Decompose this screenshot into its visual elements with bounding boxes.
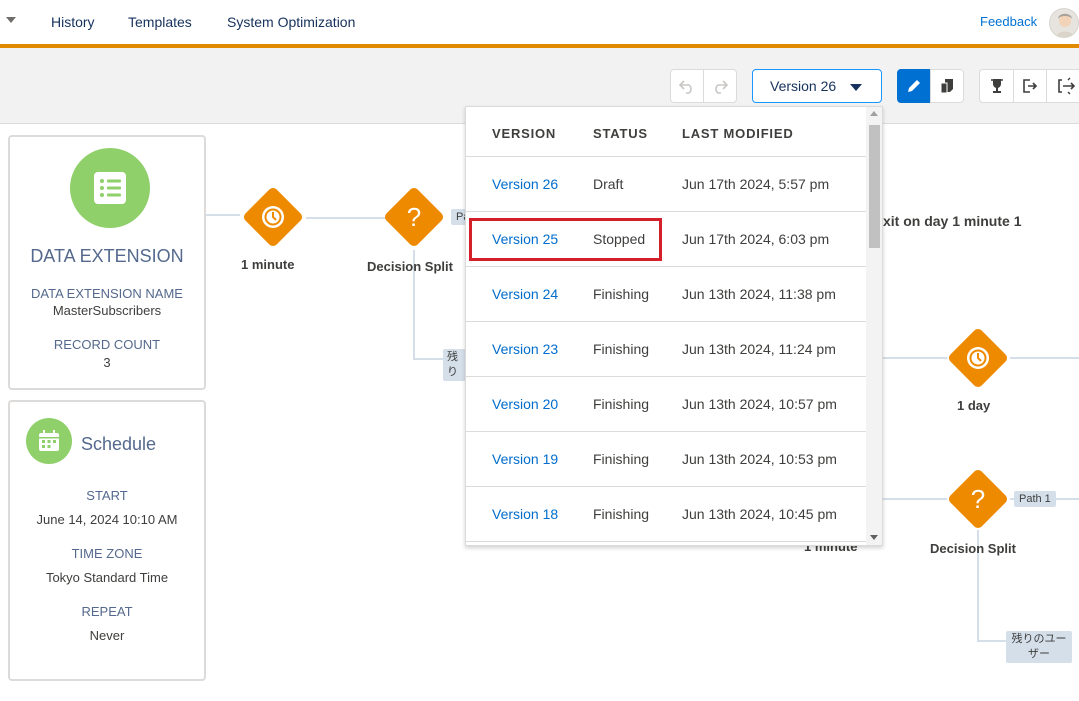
record-count-value: 3 xyxy=(103,355,111,370)
connector-line xyxy=(977,640,1007,642)
version-link[interactable]: Version 18 xyxy=(492,506,558,522)
chevron-down-icon[interactable] xyxy=(6,17,16,23)
redo-icon xyxy=(715,80,729,94)
connector-line xyxy=(883,498,947,500)
version-link[interactable]: Version 20 xyxy=(492,396,558,412)
start-label: START xyxy=(86,488,128,503)
undo-icon xyxy=(678,80,692,94)
start-value: June 14, 2024 10:10 AM xyxy=(36,512,178,527)
calendar-icon xyxy=(26,418,72,464)
version-last-modified: Jun 13th 2024, 10:57 pm xyxy=(682,396,837,412)
nav-templates[interactable]: Templates xyxy=(128,14,192,30)
header-version: VERSION xyxy=(492,126,557,141)
connector-line xyxy=(413,358,445,360)
clock-icon xyxy=(956,336,1000,380)
version-last-modified: Jun 13th 2024, 11:38 pm xyxy=(682,286,836,302)
wait-node-label: 1 minute xyxy=(241,257,295,272)
version-status: Finishing xyxy=(593,506,650,522)
version-row[interactable]: Version 23 Finishing Jun 13th 2024, 11:2… xyxy=(466,322,866,377)
timezone-value: Tokyo Standard Time xyxy=(45,570,169,585)
version-row[interactable]: Version 18 Finishing Jun 13th 2024, 10:4… xyxy=(466,487,866,542)
card-title: DATA EXTENSION xyxy=(30,246,184,266)
version-select[interactable]: Version 26 xyxy=(752,69,882,103)
chevron-down-icon xyxy=(850,84,862,91)
version-table-header: VERSION STATUS LAST MODIFIED xyxy=(466,107,866,157)
connector-line xyxy=(1010,357,1079,359)
edit-icon xyxy=(908,80,920,92)
de-name-label: DATA EXTENSION NAME xyxy=(31,286,183,301)
connector-line xyxy=(206,214,240,216)
exit-criteria-text: xit on day 1 minute 1 xyxy=(883,213,1022,229)
connector-line xyxy=(883,357,947,359)
copy-icon xyxy=(940,79,953,94)
repeat-label: REPEAT xyxy=(81,604,133,619)
version-status: Draft xyxy=(593,176,624,192)
remaining-users-tag-line: 残りのユー xyxy=(1011,633,1067,645)
version-link[interactable]: Version 24 xyxy=(492,286,558,302)
version-row[interactable]: Version 24 Finishing Jun 13th 2024, 11:3… xyxy=(466,267,866,322)
decision-split-label: Decision Split xyxy=(367,259,453,274)
exit-criteria-button[interactable] xyxy=(1013,69,1047,103)
remaining-users-tag[interactable]: 残り xyxy=(443,349,467,381)
decision-split-label: Decision Split xyxy=(930,541,1016,556)
version-row[interactable]: Version 20 Finishing Jun 13th 2024, 10:5… xyxy=(466,377,866,432)
version-link[interactable]: Version 26 xyxy=(492,176,558,192)
path-tag[interactable]: Path 1 xyxy=(1014,491,1056,507)
header-last-modified: LAST MODIFIED xyxy=(682,126,794,141)
remaining-users-tag-line: ザー xyxy=(1028,648,1050,660)
version-status: Finishing xyxy=(593,451,650,467)
timezone-label: TIME ZONE xyxy=(71,546,143,561)
header-status: STATUS xyxy=(593,126,648,141)
path-icon xyxy=(1058,77,1076,95)
version-select-label: Version 26 xyxy=(770,78,837,94)
schedule-card[interactable]: Schedule START June 14, 2024 10:10 AM TI… xyxy=(8,400,206,681)
copy-button[interactable] xyxy=(930,69,964,103)
clock-icon xyxy=(251,195,295,239)
trophy-icon xyxy=(990,79,1003,93)
repeat-value: Never xyxy=(89,628,125,643)
scroll-down-arrow-icon[interactable] xyxy=(870,535,878,540)
question-icon: ? xyxy=(970,483,986,514)
version-status: Finishing xyxy=(593,396,650,412)
nav-history[interactable]: History xyxy=(51,14,95,30)
version-last-modified: Jun 13th 2024, 10:45 pm xyxy=(682,506,837,522)
undo-button[interactable] xyxy=(670,69,704,103)
version-last-modified: Jun 17th 2024, 5:57 pm xyxy=(682,176,830,192)
list-icon xyxy=(70,148,150,228)
version-last-modified: Jun 13th 2024, 11:24 pm xyxy=(682,341,836,357)
version-dropdown: VERSION STATUS LAST MODIFIED Version 26 … xyxy=(465,106,883,546)
version-last-modified: Jun 13th 2024, 10:53 pm xyxy=(682,451,837,467)
version-last-modified: Jun 17th 2024, 6:03 pm xyxy=(682,231,830,247)
scroll-up-arrow-icon[interactable] xyxy=(870,111,878,116)
schedule-title: Schedule xyxy=(81,434,157,454)
top-nav: History Templates System Optimization Fe… xyxy=(0,0,1079,44)
dropdown-scrollbar[interactable] xyxy=(866,107,882,545)
scroll-thumb[interactable] xyxy=(869,125,880,248)
record-count-label: RECORD COUNT xyxy=(53,337,161,352)
exit-icon xyxy=(1023,79,1038,93)
wait-node-label: 1 day xyxy=(957,398,991,413)
avatar[interactable] xyxy=(1049,8,1079,38)
edit-button[interactable] xyxy=(897,69,931,103)
version-status: Finishing xyxy=(593,286,650,302)
feedback-link[interactable]: Feedback xyxy=(980,14,1037,29)
remaining-users-tag[interactable]: 残りのユー ザー xyxy=(1006,631,1072,663)
connector-line xyxy=(306,217,386,219)
version-row[interactable]: Version 26 Draft Jun 17th 2024, 5:57 pm xyxy=(466,157,866,212)
goal-button[interactable] xyxy=(979,69,1014,103)
highlight-box xyxy=(469,218,662,261)
de-name-value: MasterSubscribers xyxy=(52,303,162,318)
nav-system-optimization[interactable]: System Optimization xyxy=(227,14,355,30)
version-status: Finishing xyxy=(593,341,650,357)
version-link[interactable]: Version 19 xyxy=(492,451,558,467)
version-link[interactable]: Version 23 xyxy=(492,341,558,357)
question-icon: ? xyxy=(406,201,422,232)
path-optimizer-button[interactable] xyxy=(1046,69,1079,103)
data-extension-card[interactable]: DATA EXTENSION DATA EXTENSION NAME Maste… xyxy=(8,135,206,390)
version-row[interactable]: Version 19 Finishing Jun 13th 2024, 10:5… xyxy=(466,432,866,487)
redo-button[interactable] xyxy=(703,69,737,103)
